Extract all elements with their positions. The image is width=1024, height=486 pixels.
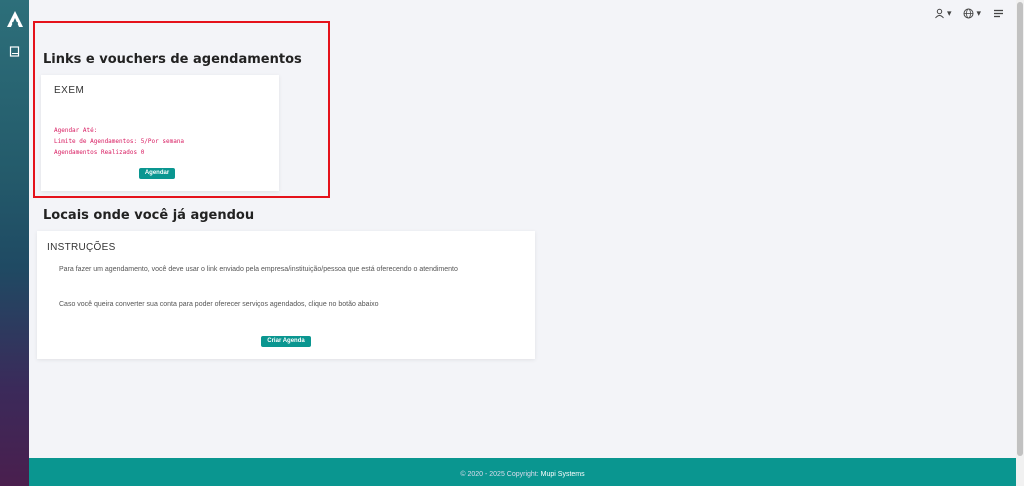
- book-icon[interactable]: [9, 46, 20, 57]
- footer-copyright: © 2020 - 2025 Copyright:: [460, 471, 539, 478]
- topbar: ▾ ▾: [934, 8, 1004, 19]
- globe-icon: [963, 8, 974, 19]
- sidebar: [0, 0, 29, 486]
- scrollbar[interactable]: [1016, 0, 1024, 486]
- chevron-down-icon: ▾: [976, 8, 981, 18]
- user-icon: [935, 8, 944, 19]
- instructions-text-2: Caso você queira converter sua conta par…: [59, 301, 379, 308]
- menu-icon: [994, 9, 1003, 18]
- menu-button[interactable]: [993, 8, 1004, 19]
- user-menu[interactable]: ▾: [934, 8, 952, 19]
- scrollbar-thumb[interactable]: [1017, 2, 1023, 456]
- locais-title: Locais onde você já agendou: [43, 208, 255, 223]
- language-menu[interactable]: ▾: [963, 8, 981, 19]
- logo-a-icon[interactable]: [6, 10, 24, 28]
- instructions-text-1: Para fazer um agendamento, você deve usa…: [59, 266, 458, 273]
- footer: © 2020 - 2025 Copyright: Mupi Systems: [29, 458, 1016, 486]
- instructions-card: INSTRUÇÕES Para fazer um agendamento, vo…: [37, 231, 535, 359]
- criar-agenda-button[interactable]: Criar Agenda: [261, 336, 311, 347]
- instructions-title: INSTRUÇÕES: [47, 242, 116, 253]
- highlight-box: [33, 21, 330, 198]
- footer-brand-link[interactable]: Mupi Systems: [541, 471, 585, 478]
- chevron-down-icon: ▾: [946, 8, 952, 18]
